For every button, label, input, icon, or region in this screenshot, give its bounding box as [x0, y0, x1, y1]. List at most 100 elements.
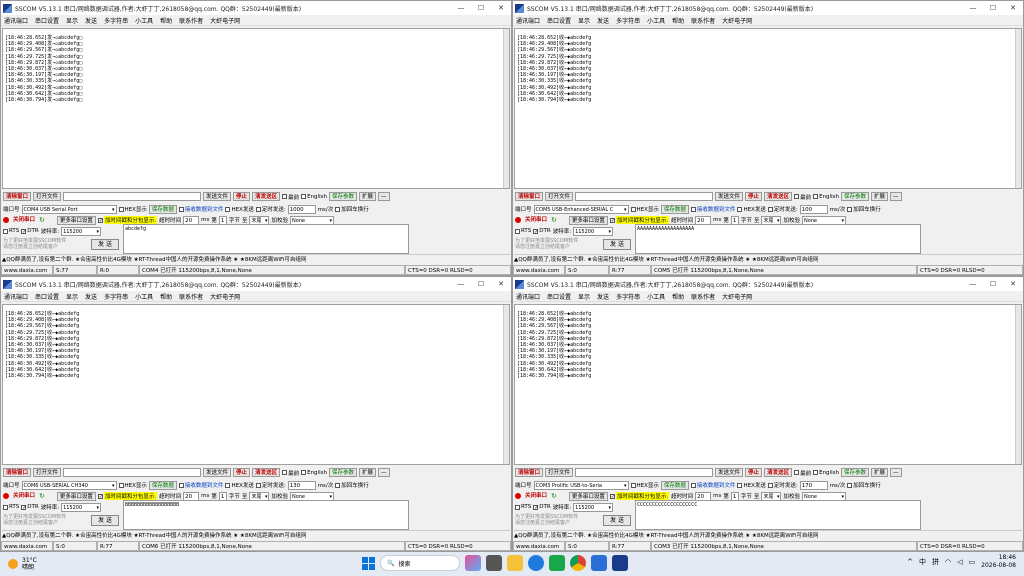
menu-item[interactable]: 帮助: [672, 16, 684, 25]
menu-item[interactable]: 显示: [578, 292, 590, 301]
collapse-button[interactable]: —: [378, 468, 390, 477]
open-file-button[interactable]: 打开文件: [33, 192, 62, 201]
more-settings-button[interactable]: 更多串口设置: [568, 491, 608, 501]
send-button[interactable]: 发 送: [91, 239, 119, 250]
status-site-link[interactable]: www.daxia.com: [1, 541, 53, 551]
expand-button[interactable]: 扩展: [358, 468, 376, 477]
app-icon-widgets[interactable]: [465, 555, 481, 571]
hex-show-checkbox[interactable]: HEX显示: [630, 205, 659, 213]
recv-to-file-checkbox[interactable]: 接收数据到文件: [690, 205, 735, 213]
maximize-button[interactable]: ☐: [983, 1, 1003, 15]
close-port-button[interactable]: 关闭串口: [11, 216, 37, 225]
receive-scrollbar[interactable]: [1015, 29, 1021, 188]
clear-send-button[interactable]: 清发送区: [252, 468, 281, 477]
menu-item[interactable]: 小工具: [647, 16, 665, 25]
port-select[interactable]: COM5 USB-Enhanced-SERIAL C: [533, 204, 629, 214]
timed-send-checkbox[interactable]: 定时发送:: [767, 205, 798, 213]
more-settings-button[interactable]: 更多串口设置: [56, 491, 96, 501]
close-button[interactable]: ✕: [1003, 1, 1023, 15]
file-path-input[interactable]: [63, 468, 202, 477]
menu-item[interactable]: 串口设置: [547, 16, 571, 25]
save-data-button[interactable]: 保存数据: [148, 204, 177, 214]
menu-item[interactable]: 帮助: [672, 292, 684, 301]
add-crlf-checkbox[interactable]: 加回车换行: [335, 481, 369, 489]
timestamp-checkbox[interactable]: 加时间戳和分包显示.: [609, 492, 670, 500]
timestamp-checkbox[interactable]: 加时间戳和分包显示.: [97, 216, 158, 224]
menu-item[interactable]: 联系作者: [179, 292, 203, 301]
clear-send-button[interactable]: 清发送区: [764, 192, 793, 201]
minimize-button[interactable]: —: [963, 277, 983, 291]
menu-item[interactable]: 串口设置: [547, 292, 571, 301]
save-params-button[interactable]: 保存参数: [840, 192, 869, 201]
clear-send-button[interactable]: 清发送区: [252, 192, 281, 201]
english-checkbox[interactable]: English: [813, 470, 839, 476]
add-crlf-checkbox[interactable]: 加回车换行: [335, 205, 369, 213]
menu-item[interactable]: 大虾电子网: [210, 292, 240, 301]
menu-item[interactable]: 串口设置: [35, 16, 59, 25]
expand-button[interactable]: 扩展: [358, 192, 376, 201]
stop-button[interactable]: 停止: [233, 468, 251, 477]
close-button[interactable]: ✕: [491, 1, 511, 15]
send-textarea[interactable]: CCCCCCCCCCCCCCCCCCCC: [635, 500, 921, 530]
sscom-taskbar-icon[interactable]: [612, 555, 628, 571]
menu-item[interactable]: 发送: [85, 16, 97, 25]
menu-item[interactable]: 发送: [85, 292, 97, 301]
menu-item[interactable]: 发送: [597, 16, 609, 25]
send-file-button[interactable]: 发送文件: [203, 192, 232, 201]
menu-item[interactable]: 串口设置: [35, 292, 59, 301]
english-checkbox[interactable]: English: [301, 194, 327, 200]
minimize-button[interactable]: —: [963, 1, 983, 15]
volume-icon[interactable]: ◁: [957, 558, 962, 566]
timed-send-checkbox[interactable]: 定时发送:: [255, 205, 286, 213]
hex-show-checkbox[interactable]: HEX显示: [118, 481, 147, 489]
menu-item[interactable]: 通讯端口: [516, 16, 540, 25]
edge-icon[interactable]: [528, 555, 544, 571]
collapse-button[interactable]: —: [890, 192, 902, 201]
send-button[interactable]: 发 送: [603, 239, 631, 250]
baud-select[interactable]: 115200: [61, 502, 102, 512]
folder-icon[interactable]: [507, 555, 523, 571]
menu-item[interactable]: 大虾电子网: [210, 16, 240, 25]
rts-checkbox[interactable]: RTS: [515, 228, 531, 234]
app-icon-task-view[interactable]: [486, 555, 502, 571]
maximize-button[interactable]: ☐: [983, 277, 1003, 291]
interval-input[interactable]: 170: [799, 480, 828, 490]
top-checkbox[interactable]: 最前: [282, 193, 299, 201]
interval-input[interactable]: 1000: [287, 204, 316, 214]
menu-item[interactable]: 小工具: [135, 16, 153, 25]
send-file-button[interactable]: 发送文件: [203, 468, 232, 477]
clear-window-button[interactable]: 清除窗口: [515, 468, 544, 477]
collapse-button[interactable]: —: [890, 468, 902, 477]
menu-item[interactable]: 通讯端口: [4, 292, 28, 301]
send-file-button[interactable]: 发送文件: [715, 192, 744, 201]
receive-scrollbar[interactable]: [503, 29, 509, 188]
save-data-button[interactable]: 保存数据: [148, 480, 177, 490]
interval-input[interactable]: 100: [799, 204, 828, 214]
menu-item[interactable]: 小工具: [647, 292, 665, 301]
refresh-icon[interactable]: ↻: [551, 216, 557, 224]
menu-item[interactable]: 显示: [66, 292, 78, 301]
menu-item[interactable]: 小工具: [135, 292, 153, 301]
menu-item[interactable]: 帮助: [160, 292, 172, 301]
save-params-button[interactable]: 保存参数: [328, 192, 357, 201]
dtr-checkbox[interactable]: DTR: [533, 504, 551, 510]
rts-checkbox[interactable]: RTS: [515, 504, 531, 510]
tray-overflow-icon[interactable]: ^: [907, 558, 913, 566]
menu-item[interactable]: 大虾电子网: [722, 292, 752, 301]
stop-button[interactable]: 停止: [745, 192, 763, 201]
send-textarea[interactable]: BBBBBBBBBBBBBBBBBB: [123, 500, 409, 530]
send-button[interactable]: 发 送: [603, 515, 631, 526]
send-textarea[interactable]: AAAAAAAAAAAAAAAAAAA: [635, 224, 921, 254]
send-file-button[interactable]: 发送文件: [715, 468, 744, 477]
weather-widget[interactable]: 31°C 晴朗: [8, 557, 88, 571]
battery-icon[interactable]: ▭: [969, 558, 976, 566]
menu-item[interactable]: 发送: [597, 292, 609, 301]
app-icon-blue[interactable]: [591, 555, 607, 571]
title-bar[interactable]: SSCOM V5.13.1 串口/网络数据调试器,作者:大虾丁丁,2618058…: [1, 1, 511, 15]
save-data-button[interactable]: 保存数据: [660, 480, 689, 490]
stop-button[interactable]: 停止: [233, 192, 251, 201]
menu-item[interactable]: 多字符串: [616, 16, 640, 25]
ime-lang[interactable]: 中: [919, 557, 926, 567]
menu-item[interactable]: 帮助: [160, 16, 172, 25]
menu-item[interactable]: 通讯端口: [4, 16, 28, 25]
